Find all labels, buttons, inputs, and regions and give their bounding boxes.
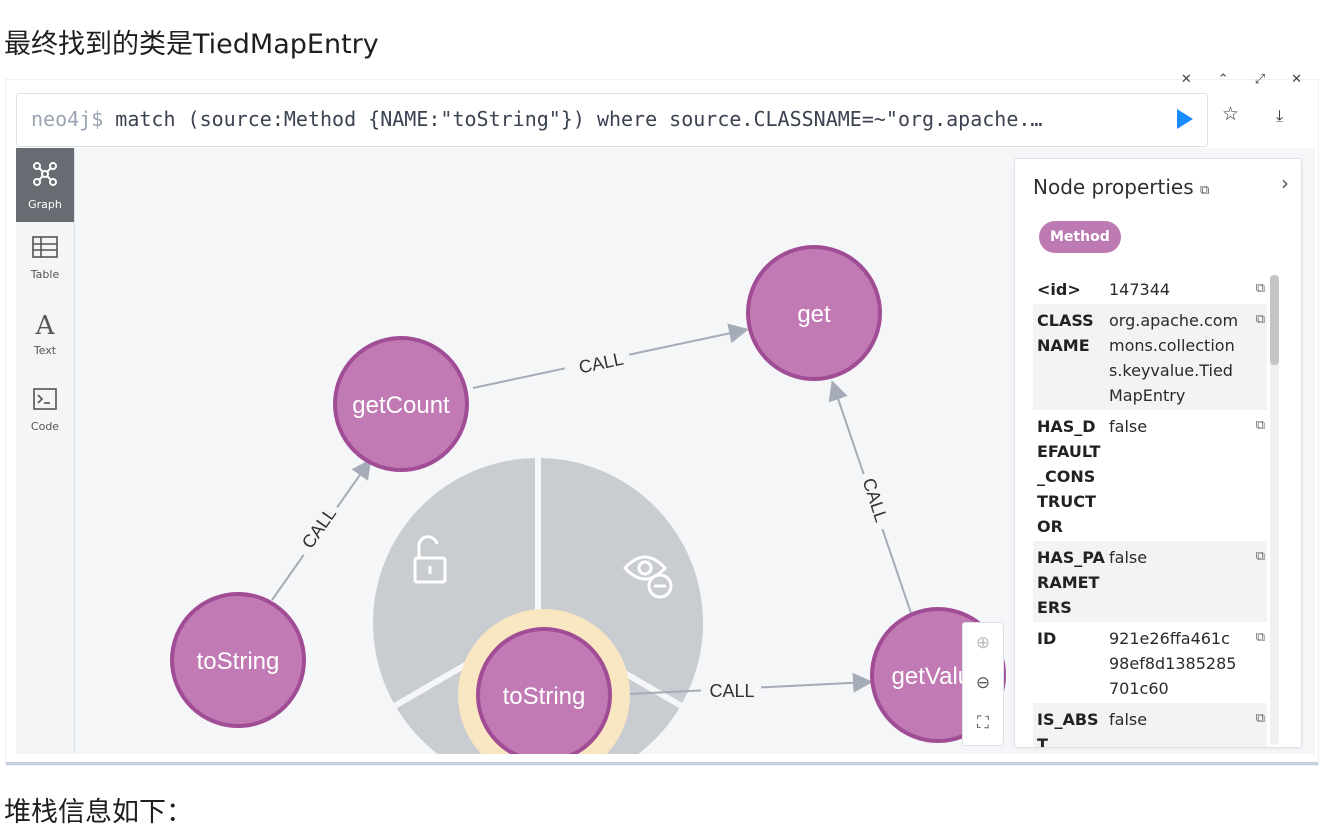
- sidebar-item-text[interactable]: A Text: [16, 300, 74, 374]
- node-caption: toString: [197, 648, 280, 675]
- view-mode-sidebar: Graph Table A Text Code: [16, 148, 75, 754]
- property-value: false: [1109, 710, 1148, 729]
- property-row: HAS_PARAMETERS false ⧉: [1033, 541, 1267, 622]
- property-key: CLASSNAME: [1037, 311, 1094, 355]
- panel-title: Node properties ⧉: [1033, 175, 1209, 199]
- favorite-star-icon[interactable]: ☆: [1222, 103, 1239, 125]
- zoom-in-icon[interactable]: ⊕: [963, 623, 1003, 663]
- sidebar-item-label: Text: [33, 344, 57, 357]
- property-key: <id>: [1037, 280, 1081, 299]
- pin-icon[interactable]: ✕: [1181, 72, 1192, 87]
- copy-icon[interactable]: ⧉: [1256, 307, 1265, 332]
- property-value: false: [1109, 548, 1148, 567]
- article-heading-bottom: 堆栈信息如下：: [4, 797, 193, 828]
- edge-label: CALL: [709, 681, 754, 701]
- property-row: ID 921e26ffa461c98ef8d1385285701c60 ⧉: [1033, 622, 1267, 703]
- copy-icon[interactable]: ⧉: [1256, 413, 1265, 438]
- node-caption: getCount: [352, 392, 450, 419]
- fit-to-screen-icon[interactable]: ⛶: [963, 703, 1003, 743]
- text-icon: A: [35, 311, 55, 341]
- query-prompt: neo4j$: [31, 107, 104, 131]
- node-caption: get: [797, 301, 831, 328]
- run-query-icon[interactable]: [1177, 109, 1193, 129]
- sidebar-item-table[interactable]: Table: [16, 224, 74, 298]
- property-value: org.apache.commons.collections.keyvalue.…: [1109, 311, 1239, 405]
- node-getCount[interactable]: getCount: [333, 336, 469, 472]
- property-row: HAS_DEFAULT_CONSTRUCTOR false ⧉: [1033, 410, 1267, 541]
- fullscreen-icon[interactable]: ⤢: [1255, 72, 1265, 87]
- frame-window-controls: ✕ ⌃ ⤢ ✕: [1181, 72, 1302, 87]
- sidebar-item-graph[interactable]: Graph: [16, 148, 74, 222]
- property-row: <id> 147344 ⧉: [1033, 273, 1267, 304]
- sidebar-item-label: Code: [30, 420, 60, 433]
- property-key: ID: [1037, 629, 1057, 648]
- property-row: IS_ABST false ⧉: [1033, 703, 1267, 748]
- sidebar-item-label: Graph: [28, 198, 62, 211]
- download-icon[interactable]: ⤓: [1276, 106, 1283, 126]
- properties-table: <id> 147344 ⧉ CLASSNAME org.apache.commo…: [1033, 273, 1267, 748]
- node-properties-panel: Node properties ⧉ › Method <id> 147344 ⧉…: [1014, 158, 1302, 748]
- neo4j-result-frame: ✕ ⌃ ⤢ ✕ neo4j$ match (source:Method {NAM…: [6, 72, 1318, 765]
- sidebar-item-code[interactable]: Code: [16, 376, 74, 450]
- label-badge-method[interactable]: Method: [1039, 221, 1121, 253]
- property-row: CLASSNAME org.apache.commons.collections…: [1033, 304, 1267, 410]
- properties-scrollbar[interactable]: [1270, 275, 1279, 745]
- close-icon[interactable]: ✕: [1291, 72, 1302, 87]
- copy-icon[interactable]: ⧉: [1256, 625, 1265, 650]
- property-key: HAS_PARAMETERS: [1037, 548, 1105, 617]
- query-value: match (source:Method {NAME:"toString"}) …: [115, 107, 1043, 131]
- node-caption: toString: [503, 683, 586, 710]
- graph-icon: [16, 160, 74, 194]
- panel-title-text: Node properties: [1033, 175, 1194, 199]
- copy-icon[interactable]: ⧉: [1256, 706, 1265, 731]
- property-value: false: [1109, 417, 1148, 436]
- query-editor[interactable]: neo4j$ match (source:Method {NAME:"toStr…: [16, 93, 1208, 147]
- code-icon: [16, 388, 74, 416]
- zoom-controls: ⊕ ⊖ ⛶: [962, 622, 1004, 746]
- copy-icon[interactable]: ⧉: [1256, 276, 1265, 301]
- node-toString[interactable]: toString: [170, 592, 306, 728]
- article-heading-top: 最终找到的类是TiedMapEntry: [4, 29, 379, 60]
- sidebar-item-label: Table: [30, 268, 60, 281]
- property-key: HAS_DEFAULT_CONSTRUCTOR: [1037, 417, 1101, 536]
- scrollbar-thumb[interactable]: [1270, 275, 1279, 365]
- collapse-icon[interactable]: ⌃: [1218, 72, 1229, 87]
- chevron-right-icon[interactable]: ›: [1281, 171, 1289, 195]
- property-key: IS_ABST: [1037, 710, 1099, 748]
- copy-icon[interactable]: ⧉: [1256, 544, 1265, 569]
- zoom-out-icon[interactable]: ⊖: [963, 663, 1003, 703]
- query-text[interactable]: neo4j$ match (source:Method {NAME:"toStr…: [31, 107, 1151, 131]
- copy-icon[interactable]: ⧉: [1200, 183, 1209, 198]
- table-icon: [16, 236, 74, 264]
- property-value: 921e26ffa461c98ef8d1385285701c60: [1109, 629, 1237, 698]
- node-get[interactable]: get: [746, 245, 882, 381]
- property-value: 147344: [1109, 280, 1171, 299]
